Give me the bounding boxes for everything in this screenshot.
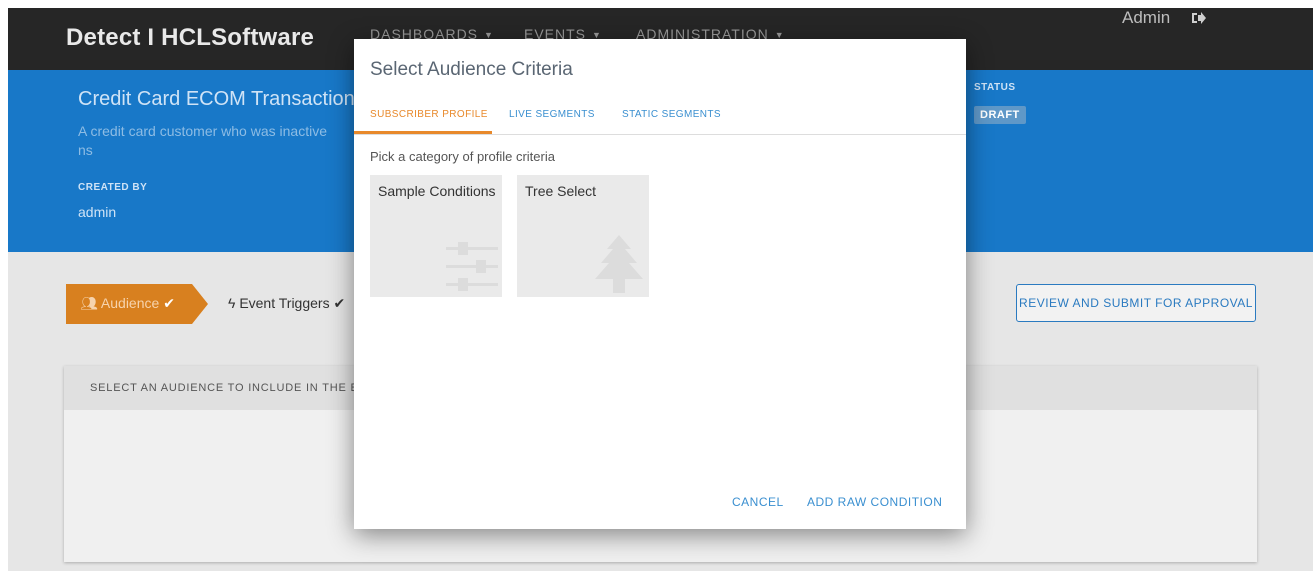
- modal-title: Select Audience Criteria: [370, 59, 573, 80]
- created-by-value: admin: [78, 204, 117, 220]
- status-badge: DRAFT: [974, 106, 1026, 124]
- sliders-icon: [446, 242, 498, 291]
- select-audience-modal: Select Audience Criteria SUBSCRIBER PROF…: [354, 39, 966, 529]
- check-icon: ✔: [163, 295, 175, 311]
- bolt-icon: ϟ: [228, 295, 236, 311]
- tab-live-segments[interactable]: LIVE SEGMENTS: [509, 109, 595, 120]
- modal-tabs: SUBSCRIBER PROFILE LIVE SEGMENTS STATIC …: [354, 97, 966, 135]
- audience-panel-heading: SELECT AN AUDIENCE TO INCLUDE IN THE EVE: [90, 382, 375, 394]
- event-title: Credit Card ECOM Transaction: [78, 88, 355, 110]
- cancel-button[interactable]: CANCEL: [732, 495, 784, 509]
- card-tree-select[interactable]: Tree Select: [517, 175, 649, 297]
- app-page: Detect I HCLSoftware DASHBOARDS ▼ EVENTS ▼…: [8, 8, 1313, 571]
- review-submit-button[interactable]: REVIEW AND SUBMIT FOR APPROVAL: [1016, 284, 1256, 322]
- user-name[interactable]: Admin: [1122, 8, 1170, 28]
- status-label: STATUS: [974, 82, 1016, 93]
- active-tab-indicator: [354, 131, 492, 134]
- step-audience[interactable]: 👥︎ Audience ✔: [66, 284, 208, 324]
- card-label: Tree Select: [525, 183, 597, 199]
- add-raw-condition-button[interactable]: ADD RAW CONDITION: [807, 495, 942, 509]
- logout-icon[interactable]: [1190, 10, 1206, 26]
- card-sample-conditions[interactable]: Sample Conditions: [370, 175, 502, 297]
- step-audience-label: 👥︎ Audience ✔: [80, 295, 175, 311]
- created-by-label: CREATED BY: [78, 182, 148, 193]
- card-label: Sample Conditions: [378, 183, 496, 199]
- tab-static-segments[interactable]: STATIC SEGMENTS: [622, 109, 721, 120]
- brand-logo: Detect I HCLSoftware: [66, 24, 315, 51]
- check-icon: ✔: [333, 295, 346, 311]
- event-description-cont: ns: [78, 142, 93, 158]
- category-prompt: Pick a category of profile criteria: [370, 149, 555, 164]
- tab-subscriber-profile[interactable]: SUBSCRIBER PROFILE: [370, 109, 488, 120]
- event-description: A credit card customer who was inactive: [78, 123, 327, 139]
- tree-icon: [595, 235, 643, 293]
- users-icon: 👥︎: [80, 295, 98, 311]
- step-event-triggers[interactable]: ϟ Event Triggers ✔: [228, 295, 345, 312]
